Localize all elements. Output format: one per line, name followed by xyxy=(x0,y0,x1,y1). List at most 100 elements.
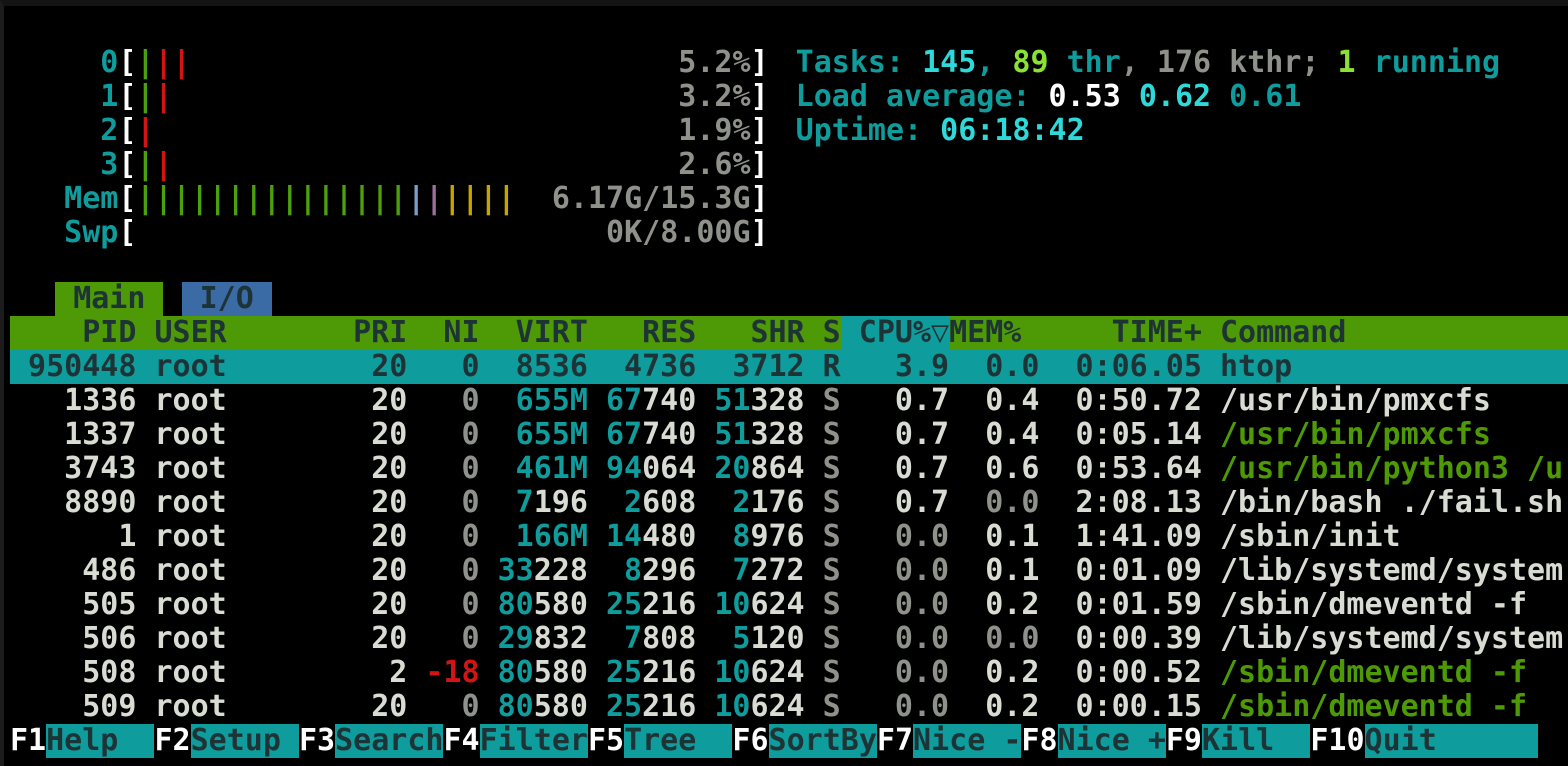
cell-mem: 0.1 xyxy=(949,554,1039,588)
meter-bar: | xyxy=(443,182,461,216)
cell-virt: 80580 xyxy=(480,588,588,622)
cell-pri: 20 xyxy=(335,452,407,486)
column-header-time[interactable]: TIME+ xyxy=(1039,316,1202,350)
meter-label: Swp xyxy=(10,216,118,250)
column-header-shr[interactable]: SHR xyxy=(696,316,804,350)
cell-s: S xyxy=(805,418,841,452)
text-segment: 06:18:42 xyxy=(940,113,1085,148)
process-row[interactable]: 8890root200719626082176S0.70.02:08.13/bi… xyxy=(10,486,1568,520)
tasks-line: Tasks: 145, 89 thr, 176 kthr; 1 running xyxy=(796,46,1500,80)
fkey-f3-search[interactable]: F3Search xyxy=(299,724,443,758)
fkey-f4-filter[interactable]: F4Filter xyxy=(443,724,587,758)
process-row[interactable]: 506root2002983278085120S0.00.00:00.39/li… xyxy=(10,622,1568,656)
cell-pri: 20 xyxy=(335,588,407,622)
uptime-line: Uptime: 06:18:42 xyxy=(796,114,1500,148)
text-segment: 1 xyxy=(1338,45,1356,80)
process-row-selected[interactable]: 950448root200853647363712R3.90.00:06.05h… xyxy=(10,350,1568,384)
cell-virt: 8536 xyxy=(480,350,588,384)
meter-bars: ||||||||||||||||||||| xyxy=(136,182,551,216)
process-row[interactable]: 1336root200655M6774051328S0.70.40:50.72/… xyxy=(10,384,1568,418)
cell-res: 94064 xyxy=(588,452,696,486)
cell-cpu: 0.0 xyxy=(841,588,949,622)
text-segment: Tasks: xyxy=(796,45,922,80)
cell-s: S xyxy=(805,690,841,724)
fkey-key: F8 xyxy=(1021,724,1057,758)
meter-bar: | xyxy=(154,46,172,80)
column-header-pri[interactable]: PRI xyxy=(335,316,407,350)
meter-bar: | xyxy=(136,114,154,148)
meter-bar: | xyxy=(136,182,154,216)
meter-value: 2.6% xyxy=(678,148,750,182)
cell-virt: 7196 xyxy=(480,486,588,520)
column-header-pid[interactable]: PID xyxy=(10,316,136,350)
text-segment: 064 xyxy=(642,452,696,486)
process-row[interactable]: 3743root200461M9406420864S0.70.60:53.64/… xyxy=(10,452,1568,486)
text-segment: 7 xyxy=(624,622,642,656)
text-segment: 272 xyxy=(750,554,804,588)
cell-pid: 950448 xyxy=(10,350,136,384)
cell-virt: 29832 xyxy=(480,622,588,656)
process-row[interactable]: 508root2-18805802521610624S0.00.20:00.52… xyxy=(10,656,1568,690)
cell-ni: 0 xyxy=(407,384,479,418)
fkey-label: Setup xyxy=(191,724,299,758)
fkey-f7-nice-[interactable]: F7Nice - xyxy=(877,724,1021,758)
cell-time: 0:05.14 xyxy=(1039,418,1202,452)
cell-user: root xyxy=(154,588,335,622)
column-header-res[interactable]: RES xyxy=(588,316,696,350)
process-row[interactable]: 486root2003322882967272S0.00.10:01.09/li… xyxy=(10,554,1568,588)
meter-bar: | xyxy=(154,182,172,216)
cell-cpu: 0.7 xyxy=(841,384,949,418)
fkey-f5-tree[interactable]: F5Tree xyxy=(588,724,732,758)
text-segment: 80 xyxy=(498,656,534,690)
fkey-f8-nice-[interactable]: F8Nice + xyxy=(1021,724,1165,758)
text-segment: 25 xyxy=(606,690,642,724)
meter-bar: | xyxy=(479,182,497,216)
system-info-column: Tasks: 145, 89 thr, 176 kthr; 1 runningL… xyxy=(796,46,1500,250)
meter-bar: | xyxy=(371,182,389,216)
meter-bar: | xyxy=(245,182,263,216)
cell-shr: 8976 xyxy=(696,520,804,554)
column-header-ni[interactable]: NI xyxy=(407,316,479,350)
process-row[interactable]: 1root200166M144808976S0.00.11:41.09/sbin… xyxy=(10,520,1568,554)
column-header-cmd[interactable]: Command xyxy=(1220,316,1568,350)
text-segment: 80 xyxy=(498,690,534,724)
tab-main[interactable]: Main xyxy=(55,282,163,316)
fkey-key: F2 xyxy=(154,724,190,758)
process-table: 950448root200853647363712R3.90.00:06.05h… xyxy=(10,350,1568,724)
text-segment: 166M xyxy=(516,520,588,554)
cell-cmd: /lib/systemd/system xyxy=(1220,622,1568,656)
fkey-label: Kill xyxy=(1202,724,1310,758)
text-segment: 976 xyxy=(750,520,804,554)
cell-cmd: /usr/bin/pmxcfs xyxy=(1220,418,1568,452)
memory-meter: Mem[|||||||||||||||||||||6.17G/15.3G] xyxy=(10,182,769,216)
meter-bar: | xyxy=(227,182,245,216)
tab-i-o[interactable]: I/O xyxy=(182,282,272,316)
cell-pid: 8890 xyxy=(10,486,136,520)
meter-bar: | xyxy=(317,182,335,216)
fkey-f1-help[interactable]: F1Help xyxy=(10,724,154,758)
cell-ni: 0 xyxy=(407,520,479,554)
fkey-f10-quit[interactable]: F10Quit xyxy=(1310,724,1538,758)
function-key-bar: F1HelpF2SetupF3SearchF4FilterF5TreeF6Sor… xyxy=(10,724,1568,758)
text-segment: Load average: xyxy=(796,79,1049,114)
meter-bar: | xyxy=(136,148,154,182)
process-row[interactable]: 505root200805802521610624S0.00.20:01.59/… xyxy=(10,588,1568,622)
text-segment: 7 xyxy=(732,554,750,588)
fkey-label: Filter xyxy=(480,724,588,758)
fkey-f6-sortby[interactable]: F6SortBy xyxy=(732,724,876,758)
fkey-f9-kill[interactable]: F9Kill xyxy=(1166,724,1310,758)
cell-pid: 506 xyxy=(10,622,136,656)
cell-cmd: /usr/bin/python3 /u xyxy=(1220,452,1568,486)
column-header-user[interactable]: USER xyxy=(154,316,335,350)
process-row[interactable]: 1337root200655M6774051328S0.70.40:05.14/… xyxy=(10,418,1568,452)
column-header-mem[interactable]: MEM% xyxy=(949,316,1039,350)
meter-bar: | xyxy=(136,80,154,114)
meter-bars: || xyxy=(136,148,678,182)
cell-ni: 0 xyxy=(407,486,479,520)
column-header-s[interactable]: S xyxy=(805,316,841,350)
column-header-cpu[interactable]: CPU%▽ xyxy=(841,316,949,350)
column-header-virt[interactable]: VIRT xyxy=(480,316,588,350)
text-segment: 20 xyxy=(714,452,750,486)
fkey-f2-setup[interactable]: F2Setup xyxy=(154,724,298,758)
process-row[interactable]: 509root200805802521610624S0.00.20:00.15/… xyxy=(10,690,1568,724)
